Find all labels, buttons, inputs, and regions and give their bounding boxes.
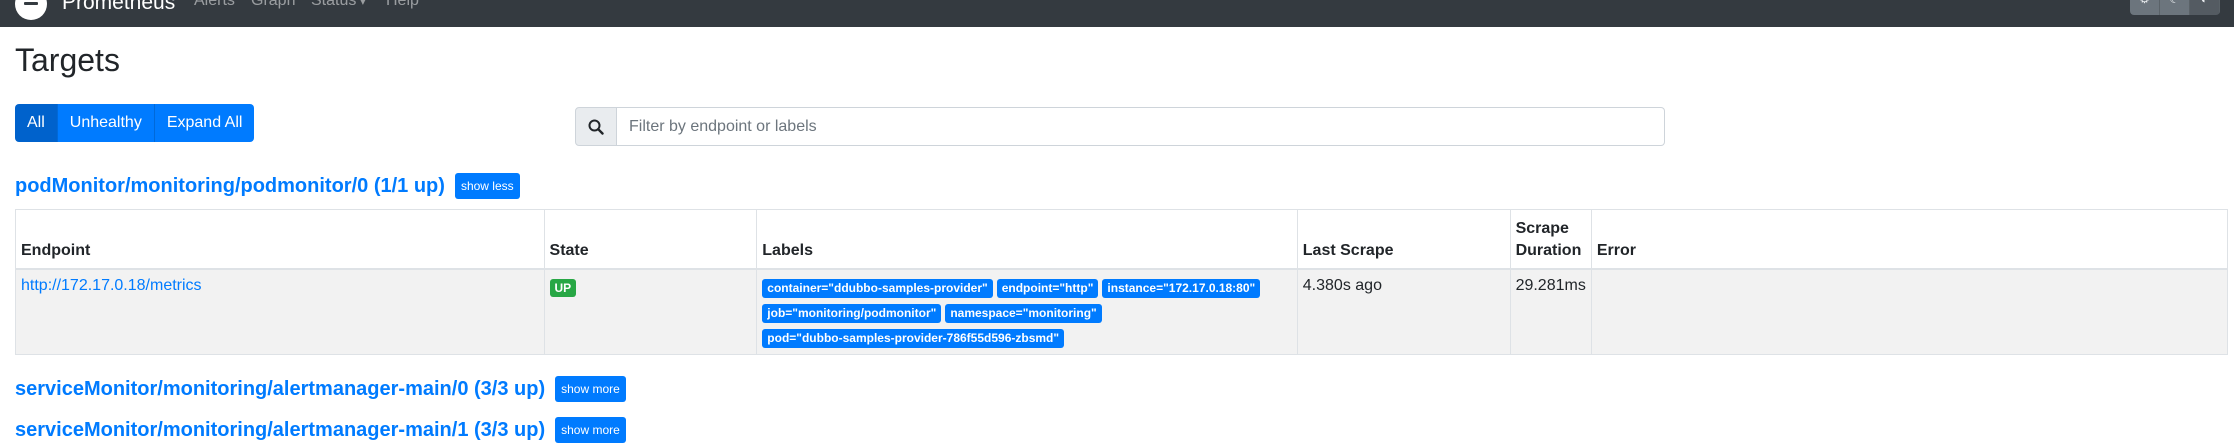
status-badge: UP bbox=[549, 278, 577, 297]
show-more-button[interactable]: show more bbox=[555, 417, 626, 443]
search-icon bbox=[575, 107, 617, 146]
column-header-state: State bbox=[543, 209, 758, 270]
search-group bbox=[575, 107, 1665, 146]
targets-table: Endpoint State Labels Last Scrape Scrape… bbox=[15, 209, 2229, 355]
pool-header: serviceMonitor/monitoring/alertmanager-m… bbox=[15, 376, 626, 402]
prometheus-logo-icon[interactable] bbox=[15, 0, 47, 20]
pool-title-link[interactable]: serviceMonitor/monitoring/alertmanager-m… bbox=[15, 378, 545, 401]
nav-status-label: Status bbox=[311, 0, 357, 9]
column-header-labels: Labels bbox=[756, 209, 1298, 270]
navbar: Prometheus Alerts Graph Status▾ Help ⚙ ☾… bbox=[0, 0, 2234, 27]
search-input[interactable] bbox=[617, 107, 1665, 146]
scrape-duration-cell: 29.281ms bbox=[1509, 268, 1592, 355]
labels-cell: container="ddubbo-samples-provider" endpo… bbox=[756, 268, 1298, 355]
page-title: Targets bbox=[15, 42, 120, 78]
column-header-endpoint: Endpoint bbox=[15, 209, 545, 270]
filter-unhealthy-button[interactable]: Unhealthy bbox=[57, 104, 155, 142]
chevron-down-icon: ▾ bbox=[360, 0, 366, 8]
pool-header: serviceMonitor/monitoring/alertmanager-m… bbox=[15, 417, 626, 443]
last-scrape-cell: 4.380s ago bbox=[1296, 268, 1511, 355]
pool-title-link[interactable]: serviceMonitor/monitoring/alertmanager-m… bbox=[15, 419, 545, 442]
contrast-icon[interactable]: ◐ bbox=[2190, 0, 2220, 15]
endpoint-link[interactable]: http://172.17.0.18/metrics bbox=[21, 277, 202, 294]
gear-icon[interactable]: ⚙ bbox=[2130, 0, 2160, 15]
label-badge: endpoint="http" bbox=[996, 278, 1099, 298]
brand-link[interactable]: Prometheus bbox=[62, 0, 175, 15]
nav-help[interactable]: Help bbox=[386, 0, 419, 10]
endpoint-cell: http://172.17.0.18/metrics bbox=[15, 268, 545, 355]
state-cell: UP bbox=[543, 268, 758, 355]
label-badge: job="monitoring/podmonitor" bbox=[762, 303, 942, 323]
nav-status[interactable]: Status ▾ bbox=[311, 0, 365, 10]
show-less-button[interactable]: show less bbox=[454, 173, 520, 199]
table-row: http://172.17.0.18/metrics UP container=… bbox=[15, 268, 2229, 355]
theme-toggle-group: ⚙ ☾ ◐ bbox=[2130, 0, 2220, 15]
table-header-row: Endpoint State Labels Last Scrape Scrape… bbox=[15, 209, 2229, 270]
error-cell bbox=[1590, 268, 2229, 355]
moon-icon[interactable]: ☾ bbox=[2160, 0, 2190, 15]
show-more-button[interactable]: show more bbox=[555, 376, 626, 402]
filter-all-button[interactable]: All bbox=[15, 104, 58, 142]
pool-title-link[interactable]: podMonitor/monitoring/podmonitor/0 (1/1 … bbox=[15, 175, 445, 198]
column-header-last-scrape: Last Scrape bbox=[1296, 209, 1511, 270]
column-header-scrape-duration: Scrape Duration bbox=[1509, 209, 1592, 270]
nav-alerts[interactable]: Alerts bbox=[194, 0, 235, 10]
nav-graph[interactable]: Graph bbox=[251, 0, 295, 10]
label-badge: instance="172.17.0.18:80" bbox=[1102, 278, 1261, 298]
label-badge: container="ddubbo-samples-provider" bbox=[762, 278, 993, 298]
filter-button-group: All Unhealthy Expand All bbox=[15, 104, 255, 142]
pool-header: podMonitor/monitoring/podmonitor/0 (1/1 … bbox=[15, 173, 520, 199]
label-badge: pod="dubbo-samples-provider-786f55d596-z… bbox=[762, 328, 1065, 348]
column-header-error: Error bbox=[1590, 209, 2229, 270]
label-badge: namespace="monitoring" bbox=[945, 303, 1102, 323]
expand-all-button[interactable]: Expand All bbox=[154, 104, 255, 142]
